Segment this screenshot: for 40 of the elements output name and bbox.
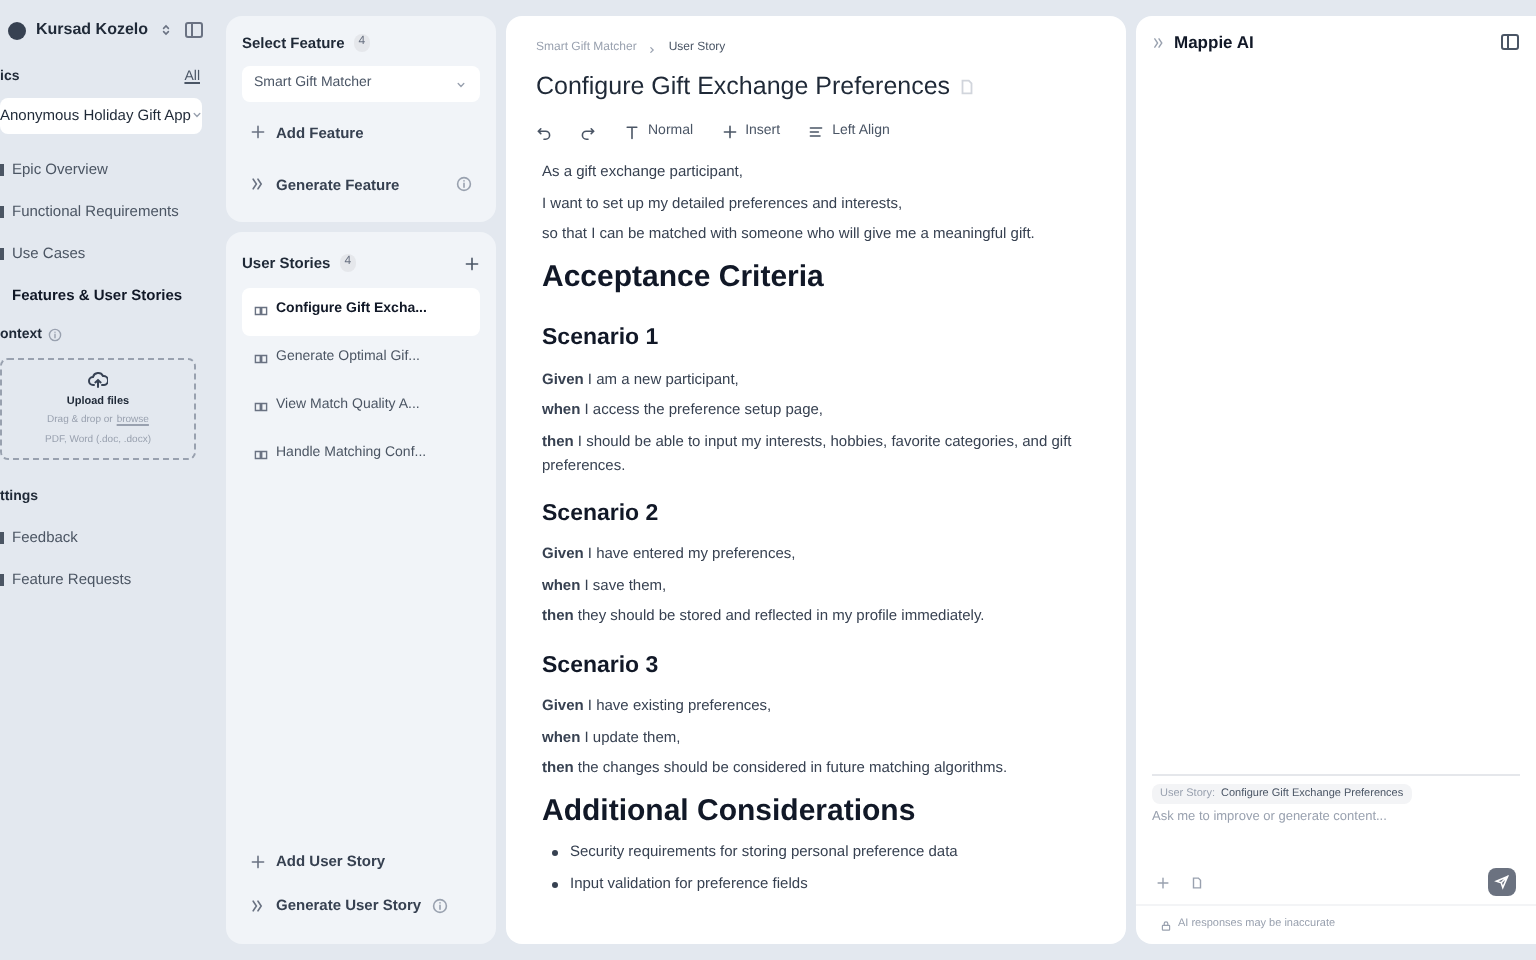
redo-button[interactable] xyxy=(580,124,596,140)
panel-toggle-icon xyxy=(1500,32,1520,52)
heading: Scenario 2 xyxy=(542,500,661,530)
bullet-icon xyxy=(552,849,558,855)
chevron-down-icon xyxy=(190,108,205,122)
plus-icon xyxy=(250,854,266,870)
book-icon xyxy=(254,448,268,462)
panel-toggle-icon xyxy=(184,20,205,40)
plus-icon xyxy=(250,124,266,141)
chevron-right-icon xyxy=(646,43,659,55)
chevron-updown-icon xyxy=(158,22,175,38)
lock-icon xyxy=(1160,919,1172,931)
info-icon xyxy=(456,176,472,193)
undo-icon xyxy=(536,124,552,140)
heading: Acceptance Criteria xyxy=(542,257,826,298)
chevron-down-icon xyxy=(454,77,468,92)
plus-icon xyxy=(1156,875,1170,889)
send-icon xyxy=(1494,874,1510,890)
bullet-icon xyxy=(552,881,558,887)
panel-title: Mappie AI xyxy=(1174,29,1254,55)
heading: Additional Considerations xyxy=(542,791,918,831)
book-icon xyxy=(254,352,268,366)
book-icon xyxy=(254,400,268,414)
info-icon xyxy=(431,898,448,914)
send-button[interactable] xyxy=(1488,868,1516,896)
plus-icon xyxy=(464,255,480,272)
info-icon xyxy=(48,328,62,343)
text-icon xyxy=(624,124,640,140)
avatar xyxy=(8,21,26,39)
cloud-upload-icon xyxy=(88,369,108,390)
heading: Scenario 1 xyxy=(542,324,661,355)
align-left-icon xyxy=(808,124,825,140)
user-name: Kursad Kozelo xyxy=(36,18,149,42)
document-icon xyxy=(1190,875,1204,889)
redo-icon xyxy=(580,124,596,140)
heading: Scenario 3 xyxy=(542,651,661,682)
plus-icon xyxy=(721,124,738,140)
undo-button[interactable] xyxy=(536,124,552,140)
document-title: Configure Gift Exchange Preferences xyxy=(536,70,951,104)
book-icon xyxy=(254,304,268,318)
